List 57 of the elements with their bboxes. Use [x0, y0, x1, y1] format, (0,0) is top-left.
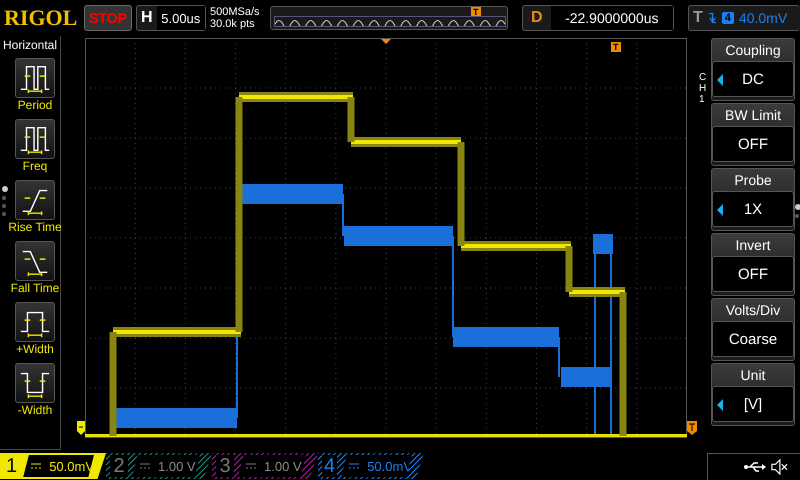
menu-option-button[interactable]: OFF — [712, 256, 794, 292]
brand-logo: RIGOL — [4, 5, 78, 31]
channel-tab[interactable]: 2 1.00 V — [106, 453, 212, 479]
menu-option-title: BW Limit — [725, 106, 781, 125]
menu-option-button[interactable]: [V] — [712, 386, 794, 422]
delay-value: -22.9000000us — [550, 6, 673, 30]
measure-button[interactable] — [15, 119, 55, 159]
measure-button[interactable] — [15, 58, 55, 98]
usb-icon — [744, 460, 766, 472]
channel-number: 1 — [5, 455, 18, 477]
menu-option-button[interactable]: Coarse — [712, 321, 794, 357]
trigger-box[interactable]: T 4 40.0mV — [688, 5, 800, 31]
channel-scale: 1.00 V — [158, 458, 196, 474]
dc-coupling-icon — [246, 463, 256, 469]
timebase-label: H — [140, 9, 154, 27]
measure-button[interactable] — [15, 241, 55, 281]
measure-label: Period — [18, 98, 52, 112]
trigger-marker: T — [611, 42, 620, 52]
menu-option-button[interactable]: 1X — [712, 191, 794, 227]
trigger-level: 40.0mV — [738, 10, 788, 26]
measure-label: Fall Time — [10, 281, 60, 295]
menu-option-title: Invert — [735, 236, 770, 255]
trigger-source: 4 — [722, 12, 734, 24]
measure-button[interactable] — [15, 363, 55, 403]
channel-scale: 1.00 V — [264, 458, 302, 474]
menu-title: Horizontal — [2, 37, 58, 52]
menu-option-button[interactable]: DC — [712, 61, 794, 97]
measure-label: +Width — [16, 342, 54, 356]
channel-tab[interactable]: 3 1.00 V — [212, 453, 318, 479]
trigger-label: T — [693, 9, 703, 27]
dc-coupling-icon — [349, 463, 360, 469]
delay-label: D — [530, 9, 544, 27]
dc-coupling-icon — [31, 463, 42, 469]
timebase-value: 5.00us — [156, 6, 205, 30]
measure-label: Freq — [22, 159, 48, 173]
measure-button[interactable] — [15, 180, 55, 220]
menu-option-button[interactable]: OFF — [712, 126, 794, 162]
timebase-box[interactable]: H 5.00us — [136, 5, 206, 31]
measure-label: -Width — [18, 403, 52, 417]
memory-depth: 30.0k pts — [210, 18, 256, 30]
channel-number: 3 — [216, 455, 234, 477]
trigger-position-icon — [381, 39, 391, 44]
falling-edge-icon — [708, 11, 717, 25]
channel-number: 4 — [322, 455, 338, 477]
menu-option-title: Probe — [734, 171, 772, 190]
measure-label: Rise Time — [8, 220, 62, 234]
channel-label: CH1 — [699, 72, 708, 105]
delay-box[interactable]: D -22.9000000us — [522, 5, 674, 31]
mute-icon — [770, 458, 788, 474]
measure-button[interactable] — [15, 302, 55, 342]
sample-rate: 500MSa/s — [210, 6, 261, 18]
channel-number: 2 — [110, 455, 128, 477]
dc-coupling-icon — [140, 463, 150, 469]
menu-option-title: Unit — [740, 366, 766, 385]
menu-option-title: Volts/Div — [726, 301, 780, 320]
waveform-overview-icon — [274, 16, 506, 27]
menu-option-title: Coupling — [725, 41, 781, 60]
